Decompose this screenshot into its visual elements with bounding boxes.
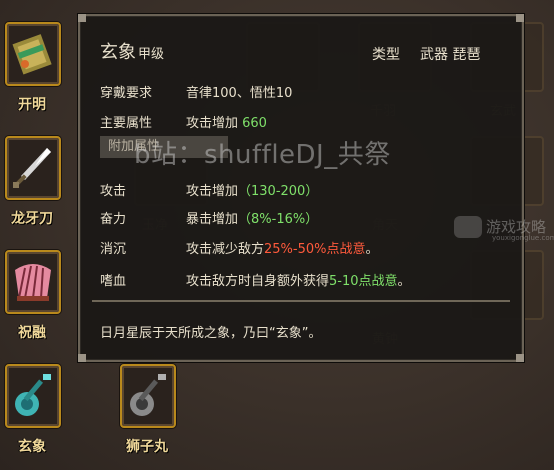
special-pre: 攻击敌方时自身额外获得 <box>186 274 330 289</box>
special-label: 嗜血 <box>100 274 127 289</box>
corner-watermark-sub: youxigonglue.com <box>492 234 554 242</box>
inventory-slot-kaiming[interactable] <box>5 22 61 86</box>
flavor-text: 日月星辰于天所成之象，乃曰“玄象”。 <box>100 326 322 341</box>
scroll-icon <box>12 34 52 75</box>
special-value: 攻击敌方时自身额外获得5-10点战意。 <box>186 270 411 289</box>
tooltip-separator <box>92 300 510 302</box>
main-attr-text: 攻击增加 <box>186 116 243 131</box>
watermark-logo-icon <box>454 216 482 238</box>
attr-number: （130-200） <box>238 184 319 199</box>
attr-number: （8%-16%） <box>238 212 319 227</box>
inventory-slot-longyadao[interactable] <box>5 136 61 200</box>
special-post: 。 <box>365 242 379 257</box>
special-pre: 攻击减少敌方 <box>186 242 265 257</box>
pipa-icon <box>15 374 51 416</box>
tooltip-corner <box>78 14 86 22</box>
requirement-value: 音律100、悟性10 <box>186 86 293 101</box>
special-label: 消沉 <box>100 242 127 257</box>
special-value: 攻击减少敌方25%-50%点战意。 <box>186 238 379 257</box>
attr-label: 奋力 <box>100 212 127 227</box>
item-grade: 甲级 <box>138 47 165 62</box>
inventory-slot-xuanxiang[interactable] <box>5 364 61 428</box>
attr-text: 暴击增加 <box>186 212 239 227</box>
dagger-icon <box>13 148 51 188</box>
main-attr-value: 攻击增加 660 <box>186 112 267 131</box>
tooltip-corner <box>78 354 86 362</box>
inventory-label-longyadao: 龙牙刀 <box>11 211 53 227</box>
item-name: 玄象 甲级 <box>100 38 164 64</box>
tooltip-corner <box>516 354 524 362</box>
special-highlight: 25%-50%点战意 <box>264 242 366 257</box>
inventory-label-xuanxiang: 玄象 <box>18 439 46 455</box>
item-tooltip: 玄象 甲级 类型 武器 琵琶 穿戴要求 音律100、悟性10 主要属性 攻击增加 … <box>78 14 524 362</box>
type-label: 类型 <box>372 47 400 63</box>
item-name-text: 玄象 <box>100 42 136 63</box>
pipa-dark-icon <box>130 374 166 416</box>
main-attr-number: 660 <box>242 116 267 131</box>
main-attr-label: 主要属性 <box>100 116 153 131</box>
inventory-label-shiziwan: 狮子丸 <box>126 439 168 455</box>
attr-value: 暴击增加（8%-16%） <box>186 208 318 227</box>
type-value: 武器 琵琶 <box>420 47 481 63</box>
attr-label: 攻击 <box>100 184 127 199</box>
attr-text: 攻击增加 <box>186 184 239 199</box>
corner-watermark: 游戏攻略 youxigonglue.com <box>452 214 554 246</box>
inventory-slot-shiziwan[interactable] <box>120 364 176 428</box>
inventory-slot-zhurong[interactable] <box>5 250 61 314</box>
inventory-label-zhurong: 祝融 <box>18 325 46 341</box>
special-highlight: 5-10点战意 <box>329 274 398 289</box>
watermark-text: b站：shuffleDJ_共祭 <box>134 140 391 170</box>
attr-value: 攻击增加（130-200） <box>186 180 318 199</box>
inventory-label-kaiming: 开明 <box>18 97 46 113</box>
requirement-label: 穿戴要求 <box>100 86 153 101</box>
tooltip-corner <box>516 14 524 22</box>
fan-icon <box>15 264 51 301</box>
special-post: 。 <box>397 274 411 289</box>
